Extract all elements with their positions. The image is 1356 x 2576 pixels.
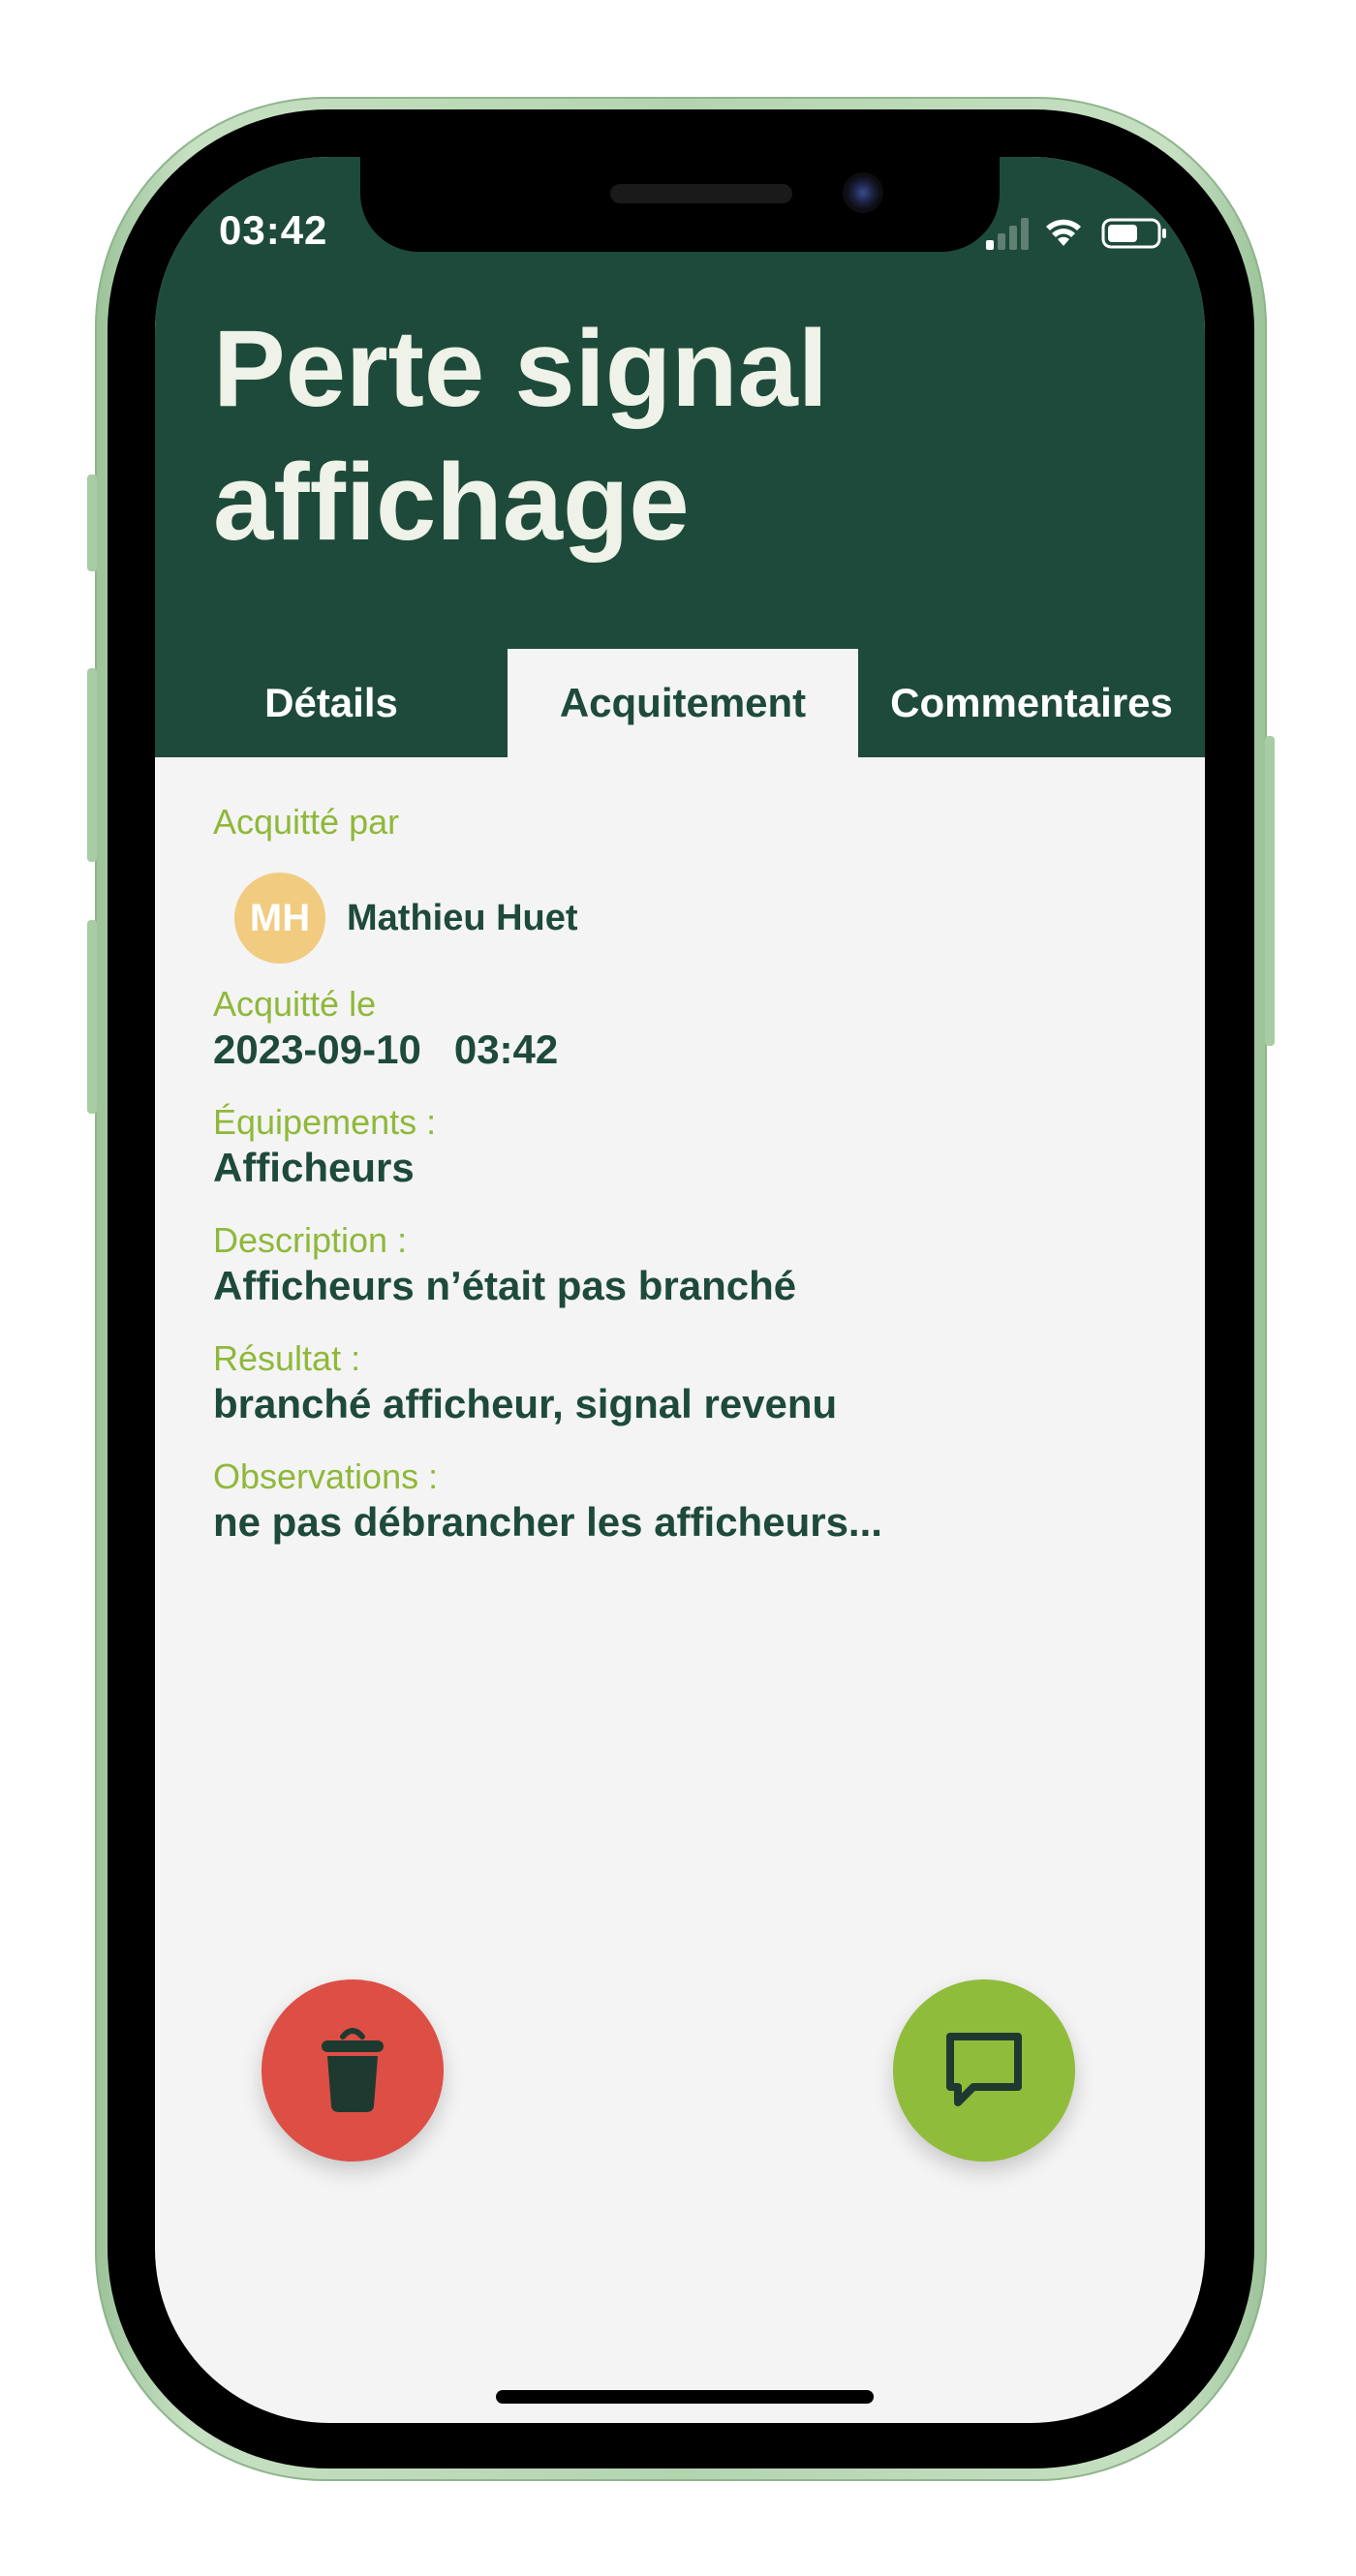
delete-button[interactable] — [262, 1979, 444, 2162]
status-bar-icons — [986, 218, 1166, 250]
earpiece-speaker — [610, 184, 792, 203]
observations-value: ne pas débrancher les afficheurs... — [213, 1499, 882, 1545]
equipment-value: Afficheurs — [213, 1145, 415, 1190]
device-volume-up-button — [87, 668, 97, 862]
observations-label: Observations : — [213, 1457, 439, 1496]
equipment-label: Équipements : — [213, 1102, 437, 1142]
description-label: Description : — [213, 1220, 408, 1260]
front-camera — [843, 172, 883, 213]
avatar: MH — [234, 873, 325, 964]
description-value: Afficheurs n’était pas branché — [213, 1263, 797, 1308]
acknowledged-time: 03:42 — [453, 1027, 559, 1072]
phone-screen: 03:42 Perte signal affichage Détails Acq… — [155, 157, 1205, 2423]
acknowledged-by-user: MH Mathieu Huet — [234, 872, 578, 965]
device-notch — [360, 157, 1000, 252]
tab-bar: Détails Acquitement Commentaires — [155, 649, 1205, 757]
device-power-button — [1265, 736, 1275, 1046]
comment-icon — [946, 2033, 1022, 2106]
status-bar-time: 03:42 — [219, 207, 328, 253]
page-title: Perte signal affichage — [213, 308, 828, 563]
trash-icon — [322, 2028, 384, 2112]
acknowledged-datetime: 2023-09-10 03:42 — [213, 1027, 558, 1073]
add-comment-button[interactable] — [893, 1979, 1075, 2162]
user-name: Mathieu Huet — [347, 897, 578, 938]
acknowledged-date-label: Acquitté le — [213, 984, 377, 1024]
battery-icon — [1101, 218, 1166, 249]
cellular-signal-icon — [986, 218, 1029, 250]
result-value: branché afficheur, signal revenu — [213, 1381, 838, 1426]
acknowledged-by-label: Acquitté par — [213, 802, 400, 842]
device-volume-down-button — [87, 920, 97, 1114]
tab-comments[interactable]: Commentaires — [858, 649, 1205, 757]
result-label: Résultat : — [213, 1338, 361, 1378]
home-indicator[interactable] — [496, 2390, 874, 2404]
acknowledged-date: 2023-09-10 — [213, 1027, 421, 1072]
tab-details[interactable]: Détails — [155, 649, 508, 757]
tab-acknowledgement[interactable]: Acquitement — [508, 649, 858, 757]
device-silent-switch — [87, 475, 97, 571]
wifi-icon — [1046, 219, 1081, 246]
